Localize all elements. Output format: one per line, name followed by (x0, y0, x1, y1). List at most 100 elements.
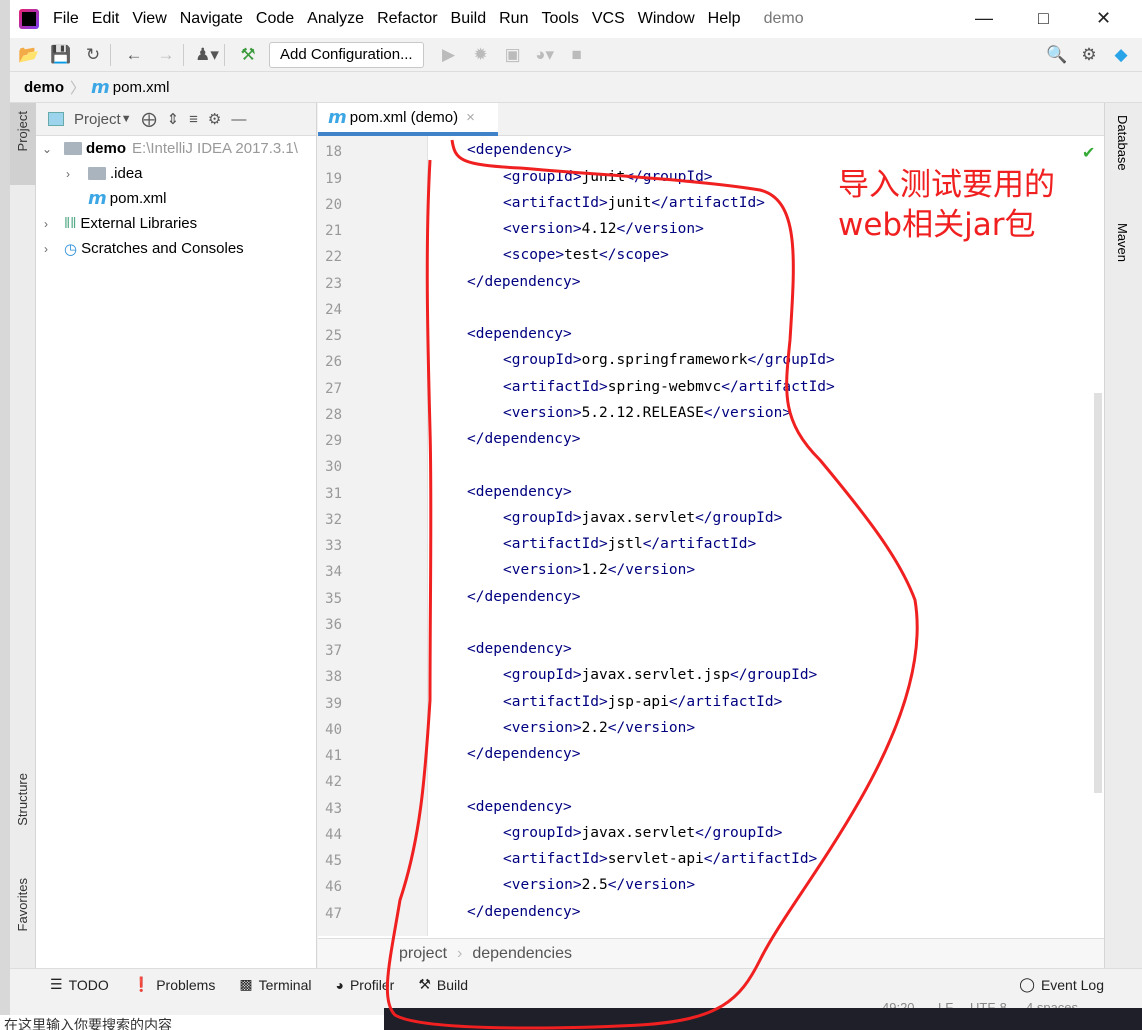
xml-value: spring-webmvc (607, 378, 722, 395)
chevron-right-icon[interactable]: › (66, 167, 80, 181)
save-icon[interactable]: 💾 (48, 43, 74, 67)
menu-edit[interactable]: Edit (92, 10, 120, 28)
menu-analyze[interactable]: Analyze (307, 10, 364, 28)
line-number: 37 (325, 643, 342, 659)
locate-icon[interactable]: ⨁ (142, 110, 157, 128)
open-folder-icon[interactable]: 📂 (16, 43, 42, 67)
tree-item-demo[interactable]: ⌄ demo E:\IntelliJ IDEA 2017.3.1\ (42, 136, 298, 161)
bottom-tool-bar: ☰ TODO ❗ Problems ▩ Terminal ◕ Profiler ⚒ Bui… (10, 968, 1142, 1000)
menu-build[interactable]: Build (451, 10, 487, 28)
folder-icon (88, 167, 106, 180)
problems-tool-button[interactable]: ❗ Problems (133, 976, 216, 993)
menu-view[interactable]: View (132, 10, 166, 28)
tree-item-label: pom.xml (109, 190, 167, 207)
menu-code[interactable]: Code (256, 10, 294, 28)
menu-run[interactable]: Run (499, 10, 528, 28)
menu-navigate[interactable]: Navigate (180, 10, 243, 28)
menu-file[interactable]: File (53, 10, 79, 28)
add-configuration-button[interactable]: Add Configuration... (269, 41, 424, 68)
xml-value: 2.2 (581, 719, 608, 736)
terminal-tool-button[interactable]: ▩ Terminal (239, 976, 311, 993)
todo-tool-button[interactable]: ☰ TODO (50, 976, 109, 993)
coverage-icon[interactable]: ▣ (500, 43, 526, 67)
sync-icon[interactable]: ↻ (80, 43, 106, 67)
database-tool-label[interactable]: Database (1115, 115, 1130, 171)
close-tab-icon[interactable]: × (466, 109, 475, 126)
line-number: 22 (325, 249, 342, 266)
build-tool-button[interactable]: ⚒ Build (418, 976, 468, 993)
xml-tag: </groupId> (729, 667, 818, 684)
xml-tag: </artifactId> (651, 194, 765, 211)
vertical-scrollbar[interactable] (1094, 393, 1102, 793)
nav-project[interactable]: demo (24, 79, 64, 96)
hide-icon[interactable]: — (231, 111, 246, 128)
forward-icon[interactable]: → (153, 43, 179, 67)
line-number: 31 (325, 485, 342, 502)
code-line: <version>5.2.12.RELEASE</version> (503, 405, 791, 421)
project-panel-header: Project ▼ ⨁ ⇕ ≡ ⚙ — (36, 103, 316, 136)
profiler-tool-button[interactable]: ◕ Profiler (335, 977, 394, 993)
windows-search-box[interactable]: 在这里输入你要搜索的内容 (0, 1015, 384, 1030)
annotation-line-2: web相关jar包 (838, 207, 1036, 243)
code-line: <scope>test</scope> (503, 247, 669, 263)
xml-tag: </artifactId> (721, 378, 835, 395)
divider (183, 43, 184, 66)
favorites-tool-label[interactable]: Favorites (15, 878, 30, 931)
annotation-text: 导入测试要用的 web相关jar包 (838, 165, 1055, 245)
menu-help[interactable]: Help (708, 10, 741, 28)
nav-file[interactable]: pom.xml (113, 79, 170, 96)
xml-tag: </dependency> (467, 903, 581, 920)
code-line: <dependency> (467, 142, 572, 158)
xml-breadcrumb: project › dependencies (318, 938, 1104, 968)
tree-item-pom[interactable]: m pom.xml (88, 186, 166, 211)
expand-all-icon[interactable]: ⇕ (167, 110, 180, 128)
project-view-dropdown[interactable]: Project (74, 111, 121, 128)
xml-tag: </groupId> (695, 824, 783, 841)
code-line: <groupId>javax.servlet.jsp</groupId> (503, 667, 817, 683)
gear-icon[interactable]: ⚙ (208, 110, 221, 128)
toolbox-icon[interactable]: ◆ (1108, 43, 1134, 67)
code-line: <dependency> (467, 484, 572, 500)
tree-item-external-libraries[interactable]: › ‖‖ External Libraries (44, 211, 197, 236)
maximize-button[interactable]: □ (1038, 8, 1049, 29)
tree-item-idea[interactable]: › .idea (66, 161, 143, 186)
run-icon[interactable]: ▶ (436, 43, 462, 67)
tree-item-scratches[interactable]: › ◷ Scratches and Consoles (44, 236, 244, 261)
menu-tools[interactable]: Tools (541, 10, 578, 28)
tree-item-label: Scratches and Consoles (81, 240, 244, 257)
menu-refactor[interactable]: Refactor (377, 10, 437, 28)
event-log-button[interactable]: ◯ Event Log (1019, 976, 1104, 993)
line-number: 24 (325, 301, 342, 318)
xml-tag: <scope> (503, 247, 565, 264)
user-icon[interactable]: ♟▾ (194, 43, 220, 67)
menu-vcs[interactable]: VCS (592, 10, 625, 28)
chevron-right-icon[interactable]: › (44, 242, 58, 256)
left-tool-strip: Project Structure Favorites (10, 103, 36, 968)
build-hammer-icon[interactable]: ⚒ (235, 43, 261, 67)
xml-value: javax.servlet.jsp (581, 667, 730, 684)
breadcrumb-dependencies[interactable]: dependencies (472, 945, 572, 963)
tree-item-label: demo (86, 140, 127, 157)
project-tool-label[interactable]: Project (15, 111, 30, 151)
xml-tag: </groupId> (625, 168, 713, 185)
maven-tool-label[interactable]: Maven (1115, 223, 1130, 262)
close-window-button[interactable]: ✕ (1096, 8, 1111, 29)
label: Terminal (258, 976, 312, 993)
breadcrumb-project[interactable]: project (399, 945, 447, 963)
profile-icon[interactable]: ◕▾ (532, 43, 558, 67)
structure-tool-label[interactable]: Structure (15, 773, 30, 826)
settings-gear-icon[interactable]: ⚙ (1076, 43, 1102, 67)
code-area[interactable]: 17<dependencies>18<dependency>19<groupId… (318, 136, 1104, 936)
minimize-button[interactable]: — (975, 8, 993, 29)
search-icon[interactable]: 🔍 (1044, 43, 1070, 67)
chevron-right-icon[interactable]: › (44, 217, 58, 231)
chevron-down-icon[interactable]: ⌄ (42, 142, 56, 156)
line-number: 46 (325, 879, 342, 896)
collapse-all-icon[interactable]: ≡ (189, 111, 198, 128)
tab-pom-xml[interactable]: m pom.xml (demo) × (318, 103, 498, 136)
stop-icon[interactable]: ■ (564, 43, 590, 67)
menu-window[interactable]: Window (638, 10, 695, 28)
xml-tag: <groupId> (503, 667, 582, 684)
back-icon[interactable]: ← (121, 43, 147, 67)
debug-icon[interactable]: ✹ (468, 43, 494, 67)
